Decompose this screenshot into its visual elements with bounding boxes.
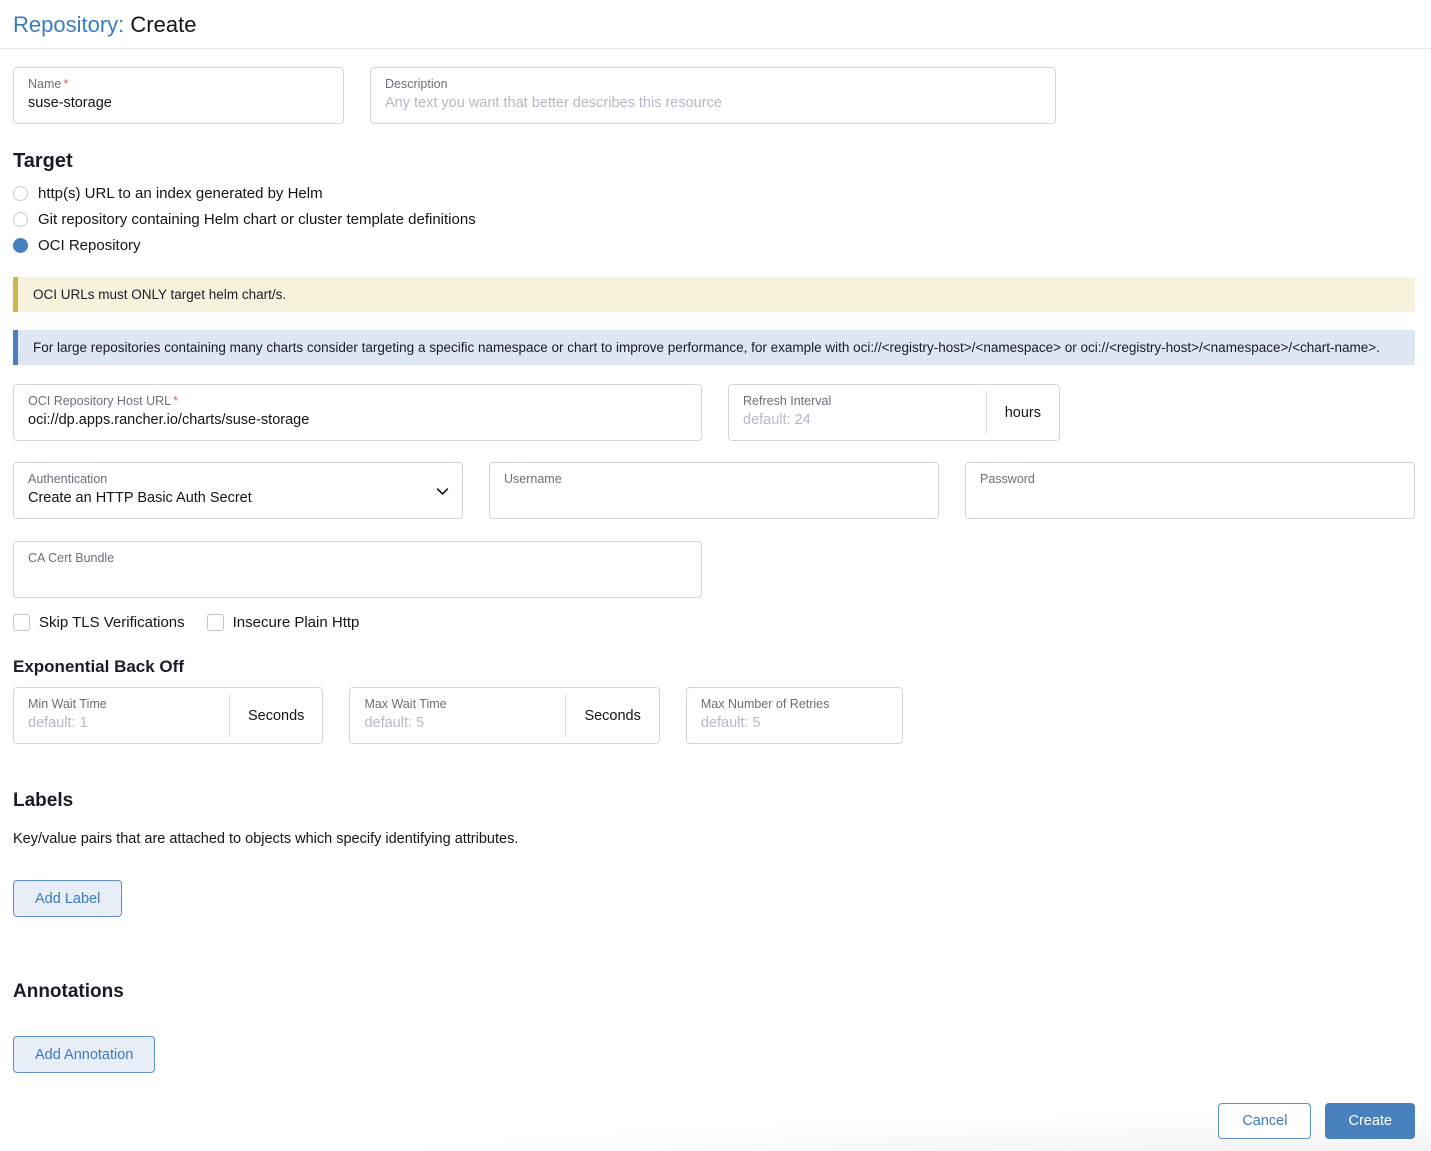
target-option-git[interactable]: Git repository containing Helm chart or … [13, 211, 1415, 228]
page-title-resource: Repository: [13, 12, 124, 37]
max-retries-field[interactable]: Max Number of Retries [686, 687, 903, 744]
repository-create-page: Repository: Create Name* Description Tar… [0, 0, 1431, 1151]
oci-host-url-label: OCI Repository Host URL* [28, 394, 687, 408]
annotations-heading: Annotations [13, 981, 1415, 1003]
description-field[interactable]: Description [370, 67, 1056, 124]
username-input[interactable] [504, 490, 924, 506]
insecure-http-label: Insecure Plain Http [233, 614, 360, 631]
min-wait-unit: Seconds [229, 694, 322, 737]
refresh-interval-unit: hours [986, 391, 1059, 434]
refresh-interval-label: Refresh Interval [743, 394, 972, 408]
page-header: Repository: Create [0, 0, 1431, 49]
tls-options-row: Skip TLS Verifications Insecure Plain Ht… [13, 614, 1415, 631]
target-option-oci-label: OCI Repository [38, 237, 141, 254]
target-option-http-label: http(s) URL to an index generated by Hel… [38, 185, 323, 202]
max-wait-label: Max Wait Time [364, 697, 551, 711]
info-banner: For large repositories containing many c… [13, 330, 1415, 365]
ca-cert-label: CA Cert Bundle [28, 551, 687, 565]
footer-actions: Cancel Create [0, 1097, 1431, 1151]
labels-heading: Labels [13, 790, 1415, 812]
authentication-value: Create an HTTP Basic Auth Secret [28, 490, 252, 506]
min-wait-field[interactable]: Min Wait Time Seconds [13, 687, 323, 744]
oci-host-url-input[interactable] [28, 412, 687, 428]
create-button[interactable]: Create [1325, 1103, 1415, 1139]
radio-icon-git[interactable] [13, 212, 28, 227]
max-retries-input[interactable] [701, 715, 888, 731]
max-wait-input[interactable] [364, 715, 551, 731]
add-annotation-button[interactable]: Add Annotation [13, 1036, 155, 1073]
target-option-git-label: Git repository containing Helm chart or … [38, 211, 476, 228]
insecure-http-checkbox[interactable]: Insecure Plain Http [207, 614, 360, 631]
max-wait-field[interactable]: Max Wait Time Seconds [349, 687, 659, 744]
auth-row: Authentication Create an HTTP Basic Auth… [13, 462, 1415, 519]
page-title: Repository: Create [13, 12, 1431, 38]
basics-row: Name* Description [13, 67, 1415, 124]
name-input[interactable] [28, 95, 329, 111]
warning-banner: OCI URLs must ONLY target helm chart/s. [13, 277, 1415, 312]
name-field[interactable]: Name* [13, 67, 344, 124]
backoff-heading: Exponential Back Off [13, 657, 1415, 677]
skip-tls-checkbox[interactable]: Skip TLS Verifications [13, 614, 185, 631]
checkbox-icon[interactable] [207, 614, 224, 631]
ca-cert-input[interactable] [28, 568, 687, 584]
target-heading: Target [13, 150, 1415, 173]
max-wait-unit: Seconds [565, 694, 658, 737]
ca-cert-field[interactable]: CA Cert Bundle [13, 541, 702, 598]
min-wait-label: Min Wait Time [28, 697, 215, 711]
refresh-interval-input[interactable] [743, 412, 972, 428]
description-label: Description [385, 77, 1041, 91]
name-label: Name* [28, 77, 329, 91]
authentication-select[interactable]: Authentication Create an HTTP Basic Auth… [13, 462, 463, 519]
username-field[interactable]: Username [489, 462, 939, 519]
chevron-down-icon [436, 485, 449, 503]
radio-icon-oci-selected[interactable] [13, 238, 28, 253]
min-wait-input[interactable] [28, 715, 215, 731]
description-input[interactable] [385, 95, 1041, 111]
password-field[interactable]: Password [965, 462, 1415, 519]
target-option-http[interactable]: http(s) URL to an index generated by Hel… [13, 185, 1415, 202]
target-option-oci[interactable]: OCI Repository [13, 237, 1415, 254]
backoff-row: Min Wait Time Seconds Max Wait Time Seco… [13, 687, 1415, 744]
authentication-label: Authentication [28, 472, 448, 486]
max-retries-label: Max Number of Retries [701, 697, 888, 711]
oci-row: OCI Repository Host URL* Refresh Interva… [13, 384, 1415, 441]
cancel-button[interactable]: Cancel [1218, 1103, 1311, 1139]
required-asterisk: * [63, 77, 68, 91]
password-input[interactable] [980, 490, 1400, 506]
refresh-interval-field[interactable]: Refresh Interval hours [728, 384, 1060, 441]
oci-host-url-field[interactable]: OCI Repository Host URL* [13, 384, 702, 441]
add-label-button[interactable]: Add Label [13, 880, 122, 917]
required-asterisk: * [173, 394, 178, 408]
skip-tls-label: Skip TLS Verifications [39, 614, 185, 631]
password-label: Password [980, 472, 1400, 486]
radio-icon-http[interactable] [13, 186, 28, 201]
labels-description: Key/value pairs that are attached to obj… [13, 831, 1415, 847]
username-label: Username [504, 472, 924, 486]
page-title-action: Create [130, 12, 196, 37]
checkbox-icon[interactable] [13, 614, 30, 631]
